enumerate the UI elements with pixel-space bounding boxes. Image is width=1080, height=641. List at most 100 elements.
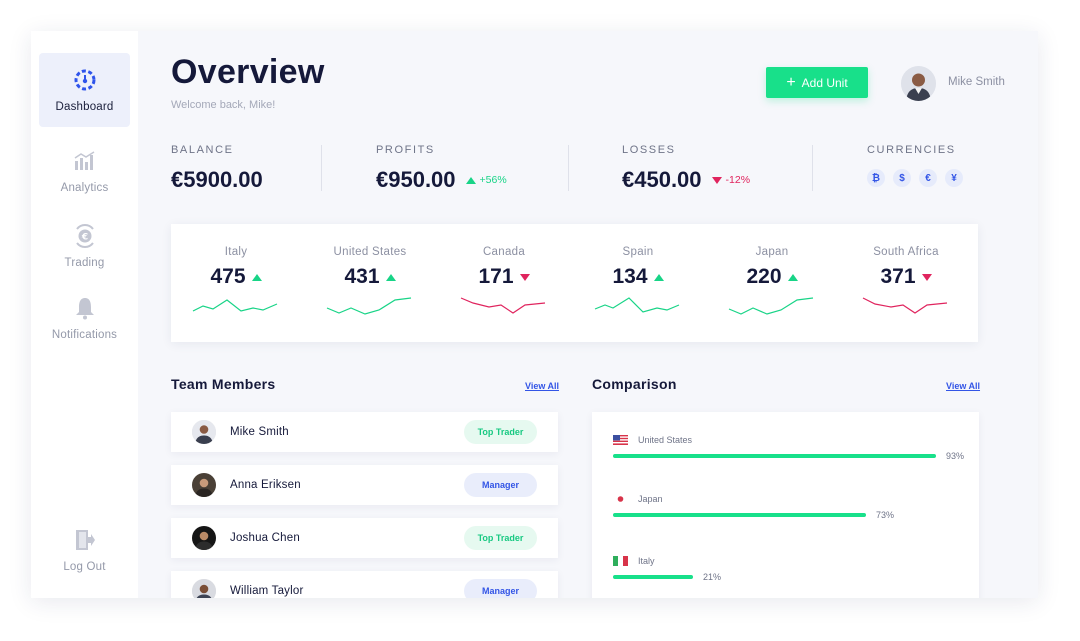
- euro-exchange-icon: €: [72, 223, 98, 249]
- member-name: William Taylor: [230, 585, 304, 597]
- bell-icon: [72, 295, 98, 321]
- sidebar-item-analytics[interactable]: Analytics: [39, 134, 130, 208]
- country-name: Canada: [482, 246, 526, 258]
- arrow-up-icon: [787, 273, 798, 281]
- profits-delta-value: +56%: [479, 174, 507, 186]
- logout-button[interactable]: Log Out: [39, 513, 130, 587]
- comparison-pct: 93%: [946, 451, 965, 461]
- sidebar-item-notifications[interactable]: Notifications: [39, 281, 130, 355]
- dollar-icon[interactable]: $: [893, 169, 911, 187]
- euro-icon[interactable]: €: [919, 169, 937, 187]
- profits-label: PROFITS: [376, 144, 435, 156]
- divider: [812, 145, 813, 191]
- sparkline: [326, 297, 412, 315]
- country-canada[interactable]: Canada 171: [439, 224, 569, 322]
- currencies-stat: CURRENCIES ₿ $ € ¥: [867, 144, 971, 187]
- welcome-message: Welcome back, Mike!: [171, 99, 276, 111]
- losses-value: €450.00: [622, 167, 702, 192]
- user-name: Mike Smith: [948, 76, 1005, 88]
- comparison-row: Japan 73%: [613, 494, 973, 520]
- list-item[interactable]: Mike Smith Top Trader: [171, 412, 558, 452]
- balance-value: €5900.00: [171, 167, 263, 192]
- comparison-view-all-link[interactable]: View All: [946, 381, 980, 391]
- losses-delta: -12%: [711, 174, 750, 186]
- comparison-country: Italy: [638, 556, 655, 566]
- country-value: 171: [478, 265, 514, 288]
- logout-label: Log Out: [63, 561, 106, 573]
- comparison-row: United States 93%: [613, 435, 973, 461]
- gauge-icon: [72, 67, 98, 93]
- country-italy[interactable]: Italy 475: [171, 224, 301, 322]
- list-item[interactable]: Anna Eriksen Manager: [171, 465, 558, 505]
- country-name: United States: [333, 246, 407, 258]
- sparkline: [460, 297, 546, 314]
- comparison-bar: [613, 575, 693, 579]
- comparison-pct: 73%: [876, 510, 895, 520]
- list-item[interactable]: Joshua Chen Top Trader: [171, 518, 558, 558]
- profits-value: €950.00: [376, 167, 456, 192]
- avatar[interactable]: [901, 66, 936, 101]
- arrow-up-icon: [465, 176, 476, 184]
- app-frame: Dashboard Analytics € Trading Notificati…: [31, 31, 1038, 598]
- currencies-label: CURRENCIES: [867, 144, 956, 156]
- comparison-card: United States 93% Japan 73% Italy 21%: [592, 412, 979, 598]
- italy-flag-icon: [613, 556, 628, 566]
- country-name: Japan: [755, 246, 789, 258]
- sidebar-item-trading[interactable]: € Trading: [39, 209, 130, 283]
- country-name: Spain: [622, 246, 654, 258]
- comparison-title: Comparison: [592, 376, 677, 392]
- comparison-country: United States: [638, 435, 693, 445]
- avatar: [192, 526, 216, 550]
- svg-text:€: €: [80, 233, 87, 243]
- arrow-up-icon: [653, 273, 664, 281]
- role-badge: Top Trader: [464, 420, 537, 444]
- sidebar-item-label: Dashboard: [55, 101, 114, 113]
- country-value: 431: [344, 265, 380, 288]
- yen-icon[interactable]: ¥: [945, 169, 963, 187]
- sparkline: [728, 297, 814, 315]
- role-badge: Manager: [464, 579, 537, 598]
- logout-icon: [72, 527, 98, 553]
- comparison-bar: [613, 513, 866, 517]
- member-name: Anna Eriksen: [230, 479, 301, 491]
- sparkline: [594, 297, 680, 313]
- sidebar-item-label: Trading: [64, 257, 105, 269]
- arrow-down-icon: [519, 273, 530, 281]
- sparkline: [862, 297, 948, 314]
- avatar: [192, 473, 216, 497]
- country-stats-card: Italy 475 United States 431 Canada 171 S…: [171, 224, 978, 342]
- balance-stat: BALANCE €5900.00: [171, 144, 263, 193]
- bar-chart-icon: [72, 148, 98, 174]
- divider: [568, 145, 569, 191]
- sidebar-item-label: Notifications: [51, 329, 118, 341]
- sparkline: [192, 299, 278, 312]
- losses-stat: LOSSES €450.00 -12%: [622, 144, 750, 193]
- country-spain[interactable]: Spain 134: [573, 224, 703, 322]
- page-title: Overview: [171, 53, 325, 91]
- list-item[interactable]: William Taylor Manager: [171, 571, 558, 598]
- sidebar-item-dashboard[interactable]: Dashboard: [39, 53, 130, 127]
- comparison-row: Italy 21%: [613, 556, 973, 582]
- us-flag-icon: [613, 435, 628, 445]
- country-south-africa[interactable]: South Africa 371: [841, 224, 971, 322]
- country-value: 220: [746, 265, 782, 288]
- comparison-pct: 21%: [703, 572, 722, 582]
- arrow-up-icon: [385, 273, 396, 281]
- avatar: [192, 420, 216, 444]
- country-value: 475: [210, 265, 246, 288]
- role-badge: Top Trader: [464, 526, 537, 550]
- country-japan[interactable]: Japan 220: [707, 224, 837, 322]
- country-value: 371: [880, 265, 916, 288]
- team-view-all-link[interactable]: View All: [525, 381, 559, 391]
- role-badge: Manager: [464, 473, 537, 497]
- member-name: Mike Smith: [230, 426, 289, 438]
- country-united-states[interactable]: United States 431: [305, 224, 435, 322]
- losses-label: LOSSES: [622, 144, 676, 156]
- comparison-bar: [613, 454, 936, 458]
- bitcoin-icon[interactable]: ₿: [867, 169, 885, 187]
- add-unit-label: Add Unit: [801, 75, 848, 90]
- profits-delta: +56%: [465, 174, 507, 186]
- country-value: 134: [612, 265, 648, 288]
- add-unit-button[interactable]: + Add Unit: [766, 67, 868, 98]
- country-name: South Africa: [873, 246, 939, 258]
